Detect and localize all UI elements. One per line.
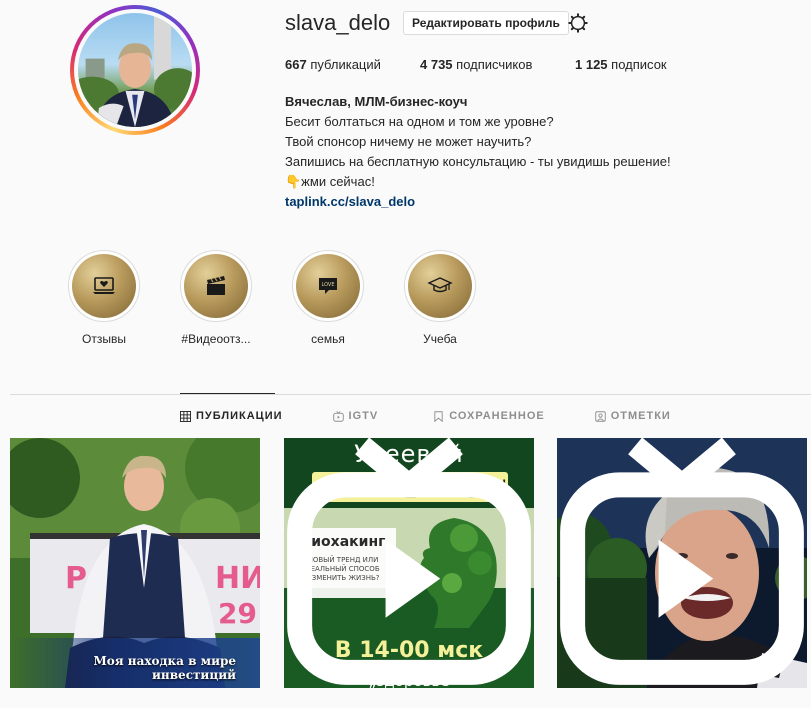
highlight-label: семья xyxy=(311,332,345,346)
igtv-badge-icon xyxy=(560,438,804,685)
tab-saved[interactable]: СОХРАНЕННОЕ xyxy=(433,410,545,422)
followers-label: подписчиков xyxy=(456,57,533,72)
highlight-label: Учеба xyxy=(423,332,457,346)
bio-link[interactable]: taplink.cc/slava_delo xyxy=(285,192,671,212)
following-count: 1 125 xyxy=(575,57,608,72)
highlight-label: #Видеоотз... xyxy=(181,332,251,346)
highlight-video-reviews[interactable]: #Видеоотз... xyxy=(160,250,272,346)
tabs-divider xyxy=(10,394,811,395)
bio-line: Бесит болтаться на одном и том же уровне… xyxy=(285,114,554,129)
highlight-study[interactable]: Учеба xyxy=(384,250,496,346)
posts-count-stat: 667 публикаций xyxy=(285,57,420,72)
bio-line: Запишись на бесплатную консультацию - ты… xyxy=(285,154,671,169)
following-stat[interactable]: 1 125 подписок xyxy=(575,57,667,72)
tab-label: СОХРАНЕННОЕ xyxy=(449,410,545,422)
following-label: подписок xyxy=(611,57,667,72)
tagged-icon xyxy=(594,410,606,422)
profile-username: slava_delo xyxy=(285,10,391,35)
tab-label: ОТМЕТКИ xyxy=(610,410,671,422)
post-thumbnail[interactable]: Утеевой @UTEEVA_OLGA_NN Биохакинг НОВЫЙ … xyxy=(284,438,534,688)
edit-profile-button[interactable]: Редактировать профиль xyxy=(403,11,569,35)
grid-icon xyxy=(180,410,191,422)
avatar xyxy=(78,13,192,127)
sign-number: 29 xyxy=(218,597,257,630)
posts-label: публикаций xyxy=(310,57,381,72)
highlight-label: Отзывы xyxy=(82,332,126,346)
settings-gear-icon[interactable] xyxy=(567,12,589,34)
igtv-badge-icon xyxy=(287,438,531,685)
love-chat-icon: LOVE xyxy=(319,278,337,294)
followers-stat[interactable]: 4 735 подписчиков xyxy=(420,57,575,72)
igtv-icon xyxy=(332,410,344,422)
graduation-cap-icon xyxy=(427,277,453,293)
tab-igtv[interactable]: IGTV xyxy=(332,410,379,422)
clapperboard-icon xyxy=(207,276,225,295)
bookmark-icon xyxy=(434,410,443,422)
profile-stats: 667 публикаций 4 735 подписчиков 1 125 п… xyxy=(285,57,667,72)
laptop-heart-icon xyxy=(93,277,115,294)
post-thumbnail[interactable]: Р НИ 29 Моя находка в мире инвестиций xyxy=(10,438,260,688)
tab-label: ПУБЛИКАЦИИ xyxy=(196,410,283,422)
sign-text-right: НИ xyxy=(215,561,260,596)
profile-bio: Вячеслав, МЛМ-бизнес-коуч Бесит болтатьс… xyxy=(285,92,671,212)
active-tab-indicator xyxy=(180,393,275,394)
tab-posts[interactable]: ПУБЛИКАЦИИ xyxy=(180,410,283,422)
bio-line: 👇жми сейчас! xyxy=(285,174,375,189)
bio-line: Твой спонсор ничему не может научить? xyxy=(285,134,532,149)
post-caption: Моя находка в мире инвестиций xyxy=(93,654,236,682)
bio-name: Вячеслав, МЛМ-бизнес-коуч xyxy=(285,94,468,109)
followers-count: 4 735 xyxy=(420,57,453,72)
post-thumbnail[interactable] xyxy=(557,438,807,688)
story-highlights: Отзывы #Видеоотз... LOVE семья Учеба xyxy=(48,250,496,346)
highlight-reviews[interactable]: Отзывы xyxy=(48,250,160,346)
posts-count: 667 xyxy=(285,57,307,72)
avatar-photo xyxy=(78,13,192,127)
highlight-family[interactable]: LOVE семья xyxy=(272,250,384,346)
profile-avatar-ring[interactable] xyxy=(70,5,200,135)
svg-text:LOVE: LOVE xyxy=(321,282,334,288)
tab-label: IGTV xyxy=(348,410,379,422)
tab-tagged[interactable]: ОТМЕТКИ xyxy=(594,410,671,422)
profile-tabs: ПУБЛИКАЦИИ IGTV СОХРАНЕННОЕ ОТМЕТКИ xyxy=(180,410,671,422)
